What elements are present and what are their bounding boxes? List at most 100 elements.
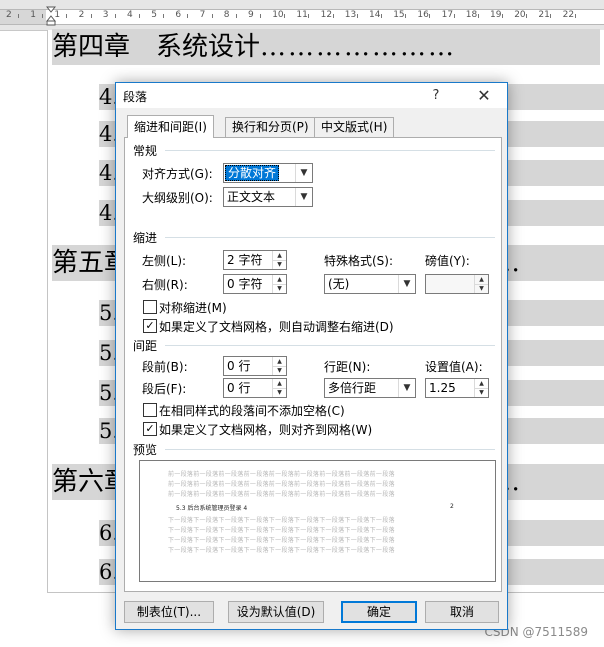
ruler-tick [477, 14, 479, 18]
ruler-number: 4 [127, 10, 133, 20]
indent-right-spinner[interactable]: 0 字符 ▲ ▼ [223, 274, 287, 294]
chevron-down-icon[interactable]: ▼ [398, 275, 415, 293]
line-spacing-label: 行距(N): [324, 360, 371, 374]
chevron-down-icon[interactable]: ▼ [295, 164, 312, 182]
ruler-number: 5 [151, 10, 157, 20]
no-space-same-style-checkbox[interactable] [143, 403, 157, 417]
snap-to-grid-checkbox[interactable]: ✓ [143, 422, 157, 436]
ruler-tick [405, 14, 407, 18]
special-format-select[interactable]: (无) ▼ [324, 274, 416, 294]
snap-to-grid-label: 如果定义了文档网格，则对齐到网格(W) [159, 423, 373, 437]
indent-right-value: 0 字符 [227, 277, 263, 291]
preview-next-paragraph: 下一段落下一段落下一段落下一段落下一段落下一段落下一段落下一段落下一段落 [168, 547, 395, 554]
ruler-number: 8 [223, 10, 230, 20]
ruler-number: 22 [562, 10, 575, 20]
set-as-default-button[interactable]: 设为默认值(D) [228, 601, 324, 623]
ruler-number: 21 [538, 10, 550, 20]
ruler-number: 1 [30, 10, 36, 20]
dialog-titlebar[interactable]: 段落 ? ✕ [116, 83, 507, 108]
ruler-tick [332, 14, 334, 18]
ruler-number: 19 [490, 10, 502, 20]
ruler-tick [211, 14, 213, 18]
outline-level-label: 大纲级别(O): [142, 191, 213, 205]
preview-next-paragraph: 下一段落下一段落下一段落下一段落下一段落下一段落下一段落下一段落下一段落 [168, 527, 395, 534]
spin-down-icon[interactable]: ▼ [475, 284, 488, 293]
ruler-number: 15 [393, 10, 405, 20]
spin-down-icon[interactable]: ▼ [273, 284, 286, 293]
spacing-heading: 间距 [133, 339, 158, 353]
chevron-down-icon[interactable]: ▼ [398, 379, 415, 397]
line-spacing-value: 多倍行距 [328, 381, 377, 395]
ruler-tick [260, 14, 261, 18]
auto-adjust-right-indent-checkbox[interactable]: ✓ [143, 319, 157, 333]
alignment-select[interactable]: 分散对齐 ▼ [223, 163, 313, 183]
line-spacing-at-value: 1.25 [429, 381, 456, 395]
ruler-tick [66, 14, 68, 18]
preview-heading: 预览 [133, 443, 158, 457]
tab-line-page-breaks[interactable]: 换行和分页(P) [225, 117, 316, 137]
spin-down-icon[interactable]: ▼ [273, 388, 286, 397]
general-heading: 常规 [133, 144, 158, 158]
chapter-4-title: 第四章 系统设计 [52, 32, 261, 62]
indent-left-label: 左侧(L): [142, 254, 187, 268]
spin-down-icon[interactable]: ▼ [273, 366, 286, 375]
close-button[interactable]: ✕ [462, 83, 506, 108]
spacing-after-value: 0 行 [227, 381, 251, 395]
tab-asian-typography[interactable]: 中文版式(H) [314, 117, 395, 137]
spacing-after-spinner[interactable]: 0 行 ▲ ▼ [223, 378, 287, 398]
outline-level-value: 正文文本 [227, 190, 276, 204]
preview-next-paragraph: 下一段落下一段落下一段落下一段落下一段落下一段落下一段落下一段落下一段落 [168, 517, 395, 524]
preview-previous-paragraph: 前一段落前一段落前一段落前一段落前一段落前一段落前一段落前一段落前一段落 [168, 471, 395, 478]
line-spacing-select[interactable]: 多倍行距 ▼ [324, 378, 416, 398]
ruler-tick [114, 14, 116, 18]
ruler-tick [42, 14, 44, 18]
spin-down-icon[interactable]: ▼ [475, 388, 488, 397]
ruler-number: 2 [6, 10, 12, 20]
ruler-tick [356, 14, 358, 18]
divider [165, 345, 495, 346]
auto-adjust-right-indent-label: 如果定义了文档网格，则自动调整右缩进(D) [159, 320, 394, 334]
ruler-number: 3 [102, 10, 109, 20]
ok-button[interactable]: 确定 [341, 601, 417, 623]
spin-down-icon[interactable]: ▼ [273, 260, 286, 269]
tabs-button[interactable]: 制表位(T)... [124, 601, 214, 623]
ruler-tick [550, 14, 552, 18]
chapter-4-leader: ………………… [260, 32, 457, 62]
cancel-button[interactable]: 取消 [425, 601, 499, 623]
no-space-same-style-label: 在相同样式的段落间不添加空格(C) [159, 404, 345, 418]
ruler-number: 9 [248, 10, 254, 20]
chevron-down-icon[interactable]: ▼ [295, 188, 312, 206]
divider [165, 150, 495, 151]
ruler-tick [453, 14, 455, 18]
line-spacing-at-spinner[interactable]: 1.25 ▲ ▼ [425, 378, 489, 398]
spacing-before-spinner[interactable]: 0 行 ▲ ▼ [223, 356, 287, 376]
ruler-number: 7 [199, 10, 206, 20]
alignment-value: 分散对齐 [225, 165, 280, 181]
outline-level-select[interactable]: 正文文本 ▼ [223, 187, 313, 207]
by-spinner[interactable]: ▲ ▼ [425, 274, 489, 294]
ruler-number: 10 [272, 10, 284, 20]
tab-indents-spacing[interactable]: 缩进和间距(I) [127, 115, 214, 138]
toc-chapter-4: 第四章 系统设计………………… [52, 29, 600, 65]
tab-panel: 常规 对齐方式(G): 分散对齐 ▼ 大纲级别(O): 正文文本 ▼ 缩进 左侧… [124, 137, 502, 592]
ruler-number: 20 [514, 10, 526, 20]
ruler-tick [18, 14, 19, 18]
ruler-tick [235, 14, 237, 18]
help-button[interactable]: ? [416, 83, 456, 108]
indent-left-value: 2 字符 [227, 253, 263, 267]
mirror-indents-label: 对称缩进(M) [159, 301, 227, 315]
ruler-number: 12 [320, 10, 333, 20]
ruler-tick [187, 14, 189, 18]
ruler-tick [90, 14, 92, 18]
horizontal-ruler[interactable]: 2 1 1 2 3 4 5 6 7 8 9 10 11 12 13 14 15 16 17 18 19 20 21 22 [0, 0, 604, 31]
indent-left-spinner[interactable]: 2 字符 ▲ ▼ [223, 250, 287, 270]
ruler-number: 13 [344, 10, 357, 20]
ruler-number: 16 [417, 10, 429, 20]
mirror-indents-checkbox[interactable] [143, 300, 157, 314]
preview-previous-paragraph: 前一段落前一段落前一段落前一段落前一段落前一段落前一段落前一段落前一段落 [168, 481, 395, 488]
divider [165, 237, 495, 238]
line-spacing-at-label: 设置值(A): [425, 360, 483, 374]
ruler-tick [502, 14, 503, 18]
dialog-title: 段落 [123, 90, 148, 104]
ruler-tick [163, 14, 165, 18]
